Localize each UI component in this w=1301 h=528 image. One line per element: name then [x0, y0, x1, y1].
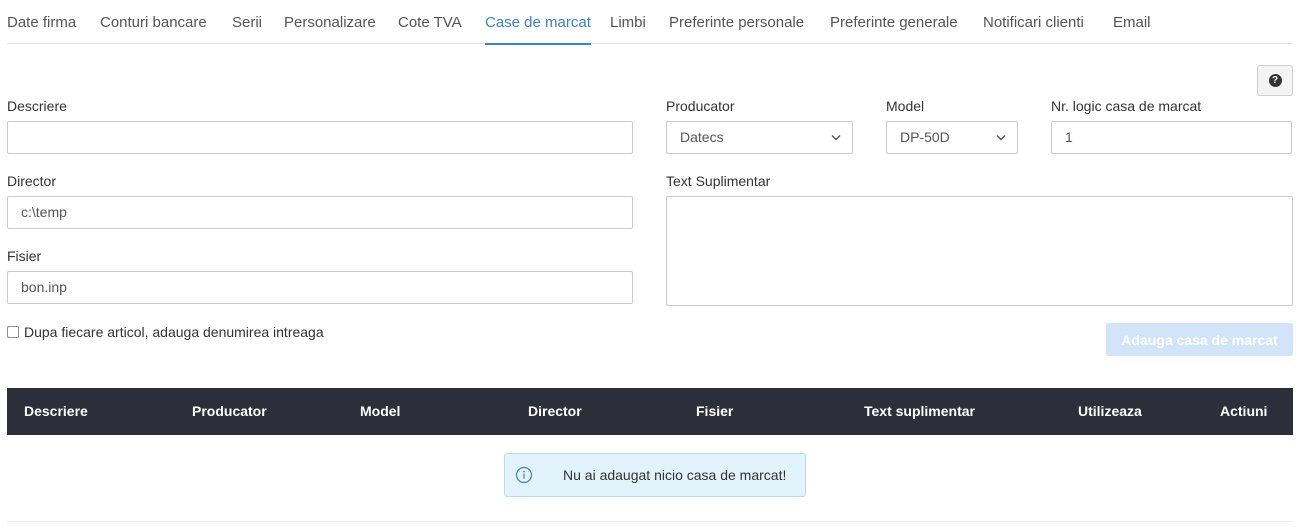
- tab-email[interactable]: Email: [1113, 14, 1151, 32]
- tab-personalizare[interactable]: Personalizare: [284, 14, 376, 32]
- tab-limbi[interactable]: Limbi: [610, 14, 646, 32]
- tab-notificari-clienti[interactable]: Notificari clienti: [983, 14, 1084, 32]
- denumire-intreaga-label: Dupa fiecare articol, adauga denumirea i…: [24, 324, 324, 340]
- add-cash-register-button[interactable]: Adauga casa de marcat: [1106, 323, 1293, 356]
- descriere-label: Descriere: [7, 98, 67, 114]
- empty-state-message: Nu ai adaugat nicio casa de marcat!: [563, 467, 787, 483]
- info-icon: [515, 466, 533, 484]
- column-header-model[interactable]: Model: [360, 403, 400, 420]
- column-header-fisier[interactable]: Fisier: [696, 403, 733, 420]
- denumire-intreaga-checkbox[interactable]: [7, 326, 19, 338]
- help-button[interactable]: ?: [1257, 65, 1293, 96]
- descriere-input[interactable]: [7, 121, 633, 154]
- model-label: Model: [886, 98, 925, 114]
- producator-label: Producator: [666, 98, 735, 114]
- tab-serii[interactable]: Serii: [232, 14, 262, 32]
- text-suplimentar-textarea[interactable]: [666, 196, 1293, 306]
- fisier-label: Fisier: [7, 248, 42, 264]
- denumire-intreaga-option[interactable]: Dupa fiecare articol, adauga denumirea i…: [7, 324, 324, 340]
- fisier-input[interactable]: bon.inp: [7, 271, 633, 304]
- question-circle-icon: ?: [1268, 74, 1282, 87]
- text-suplimentar-label: Text Suplimentar: [666, 173, 771, 189]
- empty-state-alert: Nu ai adaugat nicio casa de marcat!: [504, 453, 806, 497]
- director-input[interactable]: c:\temp: [7, 196, 633, 229]
- column-header-producator[interactable]: Producator: [192, 403, 267, 420]
- director-label: Director: [7, 173, 57, 189]
- tab-preferinte-generale[interactable]: Preferinte generale: [830, 14, 958, 32]
- column-header-director[interactable]: Director: [528, 403, 582, 420]
- tab-conturi-bancare[interactable]: Conturi bancare: [100, 14, 207, 32]
- nr-logic-input[interactable]: 1: [1051, 121, 1292, 154]
- settings-tabs: Date firma Conturi bancare Serii Persona…: [7, 0, 1293, 45]
- nr-logic-label: Nr. logic casa de marcat: [1051, 98, 1202, 114]
- column-header-utilizeaza[interactable]: Utilizeaza: [1078, 403, 1142, 420]
- model-select[interactable]: DP-50D: [886, 121, 1018, 154]
- chevron-down-icon: [831, 134, 841, 141]
- column-header-descriere[interactable]: Descriere: [24, 403, 88, 420]
- tab-date-firma[interactable]: Date firma: [7, 14, 76, 32]
- tab-case-de-marcat[interactable]: Case de marcat: [485, 14, 591, 45]
- column-header-text-suplimentar[interactable]: Text suplimentar: [864, 403, 975, 420]
- bottom-divider: [7, 521, 1293, 522]
- tab-cote-tva[interactable]: Cote TVA: [398, 14, 462, 32]
- model-value: DP-50D: [900, 129, 950, 145]
- tab-preferinte-personale[interactable]: Preferinte personale: [669, 14, 804, 32]
- producator-select[interactable]: Datecs: [666, 121, 853, 154]
- table-header: Descriere Producator Model Director Fisi…: [7, 388, 1293, 435]
- chevron-down-icon: [996, 134, 1006, 141]
- column-header-actiuni: Actiuni: [1220, 403, 1268, 419]
- producator-value: Datecs: [680, 129, 724, 145]
